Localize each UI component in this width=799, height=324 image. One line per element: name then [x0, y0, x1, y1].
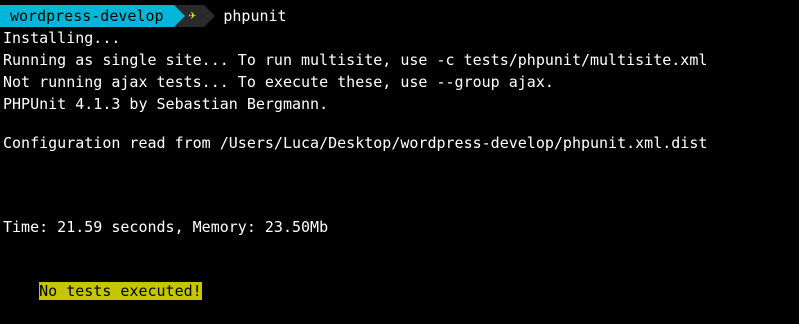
- airplane-icon: ✈: [184, 5, 205, 27]
- prompt-directory: wordpress-develop: [0, 5, 174, 27]
- output-line-time-memory: Time: 21.59 seconds, Memory: 23.50Mb: [3, 218, 329, 236]
- output-line-ajax: Not running ajax tests... To execute the…: [3, 73, 554, 91]
- prompt-command: phpunit: [223, 7, 287, 25]
- prompt-separator-arrow: [204, 5, 216, 27]
- prompt-separator-arrow: [173, 5, 185, 27]
- shell-prompt: wordpress-develop ✈ phpunit: [0, 5, 287, 27]
- terminal-window[interactable]: wordpress-develop ✈ phpunit Installing..…: [0, 0, 799, 300]
- output-line-phpunit-version: PHPUnit 4.1.3 by Sebastian Bergmann.: [3, 95, 329, 113]
- output-line-result: No tests executed!: [3, 258, 202, 300]
- output-line-multisite: Running as single site... To run multisi…: [3, 51, 708, 69]
- output-line-installing: Installing...: [3, 29, 121, 47]
- output-line-configuration: Configuration read from /Users/Luca/Desk…: [3, 134, 708, 152]
